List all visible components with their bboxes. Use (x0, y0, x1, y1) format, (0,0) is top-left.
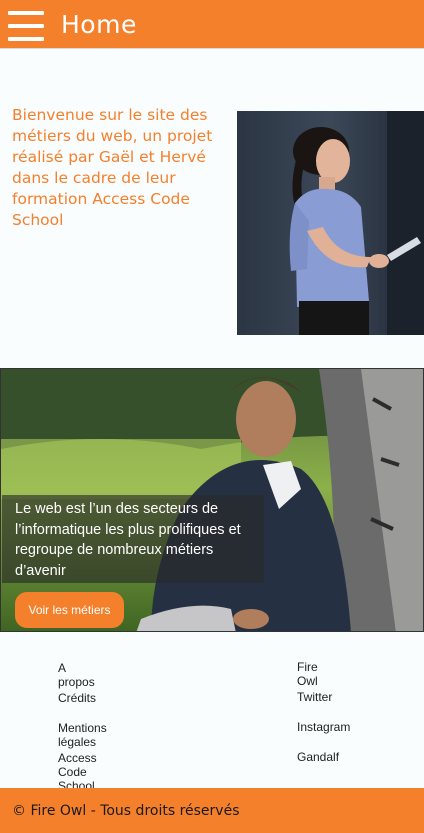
top-header: Home (0, 0, 424, 49)
page-title: Home (61, 10, 137, 39)
footer-link-a-propos[interactable]: A propos (58, 661, 95, 689)
hero-caption-text: Le web est l’un des secteurs de l’inform… (15, 501, 241, 579)
footer-link-instagram[interactable]: Instagram (297, 720, 350, 734)
footer-link-gandalf[interactable]: Gandalf (297, 750, 339, 764)
hamburger-menu-icon[interactable] (8, 11, 44, 41)
footer-link-access-code-school[interactable]: Access Code School (58, 751, 97, 793)
footer-link-fire-owl[interactable]: Fire Owl (297, 660, 318, 688)
woman-with-tablet-photo (237, 111, 424, 335)
copyright-text: © Fire Owl - Tous droits réservés (12, 803, 240, 819)
footer-link-credits[interactable]: Crédits (58, 691, 96, 705)
voir-les-metiers-button[interactable]: Voir les métiers (15, 592, 124, 628)
intro-text: Bienvenue sur le site des métiers du web… (12, 106, 213, 229)
hero-banner: Le web est l’un des secteurs de l’inform… (0, 368, 424, 632)
footer-link-mentions-legales[interactable]: Mentions légales (58, 721, 107, 749)
footer-link-twitter[interactable]: Twitter (297, 690, 332, 704)
